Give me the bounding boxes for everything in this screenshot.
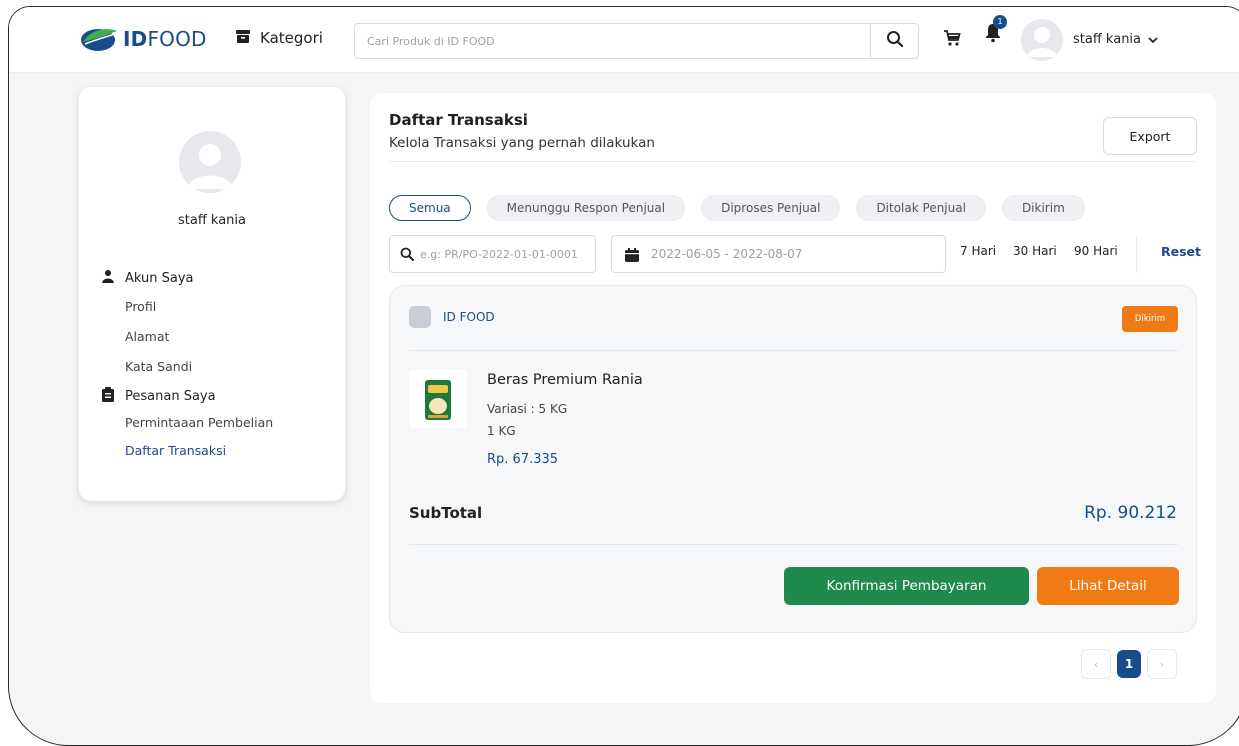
app-window: IDFOOD Kategori 1 staff kania xyxy=(8,6,1239,746)
search-icon xyxy=(886,30,904,52)
logo-leaf-icon xyxy=(79,25,119,53)
avatar[interactable] xyxy=(1021,19,1063,61)
tab-dikirim[interactable]: Dikirim xyxy=(1001,195,1085,221)
tab-ditolak-penjual[interactable]: Ditolak Penjual xyxy=(856,195,986,221)
view-detail-button[interactable]: Lihat Detail xyxy=(1037,567,1179,605)
date-range-picker[interactable]: 2022-06-05 - 2022-08-07 xyxy=(611,235,946,273)
transaction-search xyxy=(389,235,596,273)
export-button[interactable]: Export xyxy=(1103,117,1197,155)
product-image[interactable] xyxy=(409,370,467,428)
quick-range-7-hari[interactable]: 7 Hari xyxy=(960,244,996,258)
quick-range-90-hari[interactable]: 90 Hari xyxy=(1074,244,1118,258)
seller-name: ID FOOD xyxy=(443,310,495,324)
pagination-page-current[interactable]: 1 xyxy=(1117,650,1141,678)
tab-semua[interactable]: Semua xyxy=(389,195,471,221)
profile-sidebar: staff kania Akun Saya Profil Alamat Kata… xyxy=(79,87,345,501)
pagination-next-button[interactable]: › xyxy=(1147,649,1177,679)
reset-button[interactable]: Reset xyxy=(1161,244,1201,259)
quick-range-30-hari[interactable]: 30 Hari xyxy=(1013,244,1057,258)
sidebar-section-akun-saya[interactable]: Akun Saya xyxy=(101,269,194,287)
divider xyxy=(389,161,1197,162)
logo[interactable]: IDFOOD xyxy=(79,25,207,53)
product-name[interactable]: Beras Premium Rania xyxy=(487,372,643,388)
pagination-prev-button[interactable]: ‹ xyxy=(1081,649,1111,679)
sidebar-section-label: Akun Saya xyxy=(125,270,194,286)
product-variant: Variasi : 5 KG xyxy=(487,402,568,416)
page-title: Daftar Transaksi xyxy=(389,111,528,129)
sidebar-item-kata-sandi[interactable]: Kata Sandi xyxy=(125,359,192,374)
divider xyxy=(1136,237,1137,273)
sidebar-section-label: Pesanan Saya xyxy=(125,389,216,404)
person-icon xyxy=(101,269,115,287)
cart-icon[interactable] xyxy=(943,29,961,51)
confirm-payment-button[interactable]: Konfirmasi Pembayaran xyxy=(784,567,1029,605)
pagination: ‹ 1 › xyxy=(1081,649,1177,679)
search-button[interactable] xyxy=(870,24,918,58)
calendar-icon xyxy=(625,247,639,266)
chevron-down-icon[interactable] xyxy=(1147,31,1159,50)
date-range-value: 2022-06-05 - 2022-08-07 xyxy=(651,247,803,261)
divider xyxy=(409,350,1178,351)
sidebar-username: staff kania xyxy=(177,213,246,228)
notification-badge: 1 xyxy=(993,15,1007,29)
archive-box-icon xyxy=(236,29,250,47)
status-tabs: Semua Menunggu Respon Penjual Diproses P… xyxy=(389,195,1085,221)
product-price: Rp. 67.335 xyxy=(487,452,559,467)
page-subtitle: Kelola Transaksi yang pernah dilakukan xyxy=(389,135,655,151)
seller-checkbox[interactable] xyxy=(409,306,431,328)
product-unit: 1 KG xyxy=(487,424,516,438)
kategori-menu[interactable]: Kategori xyxy=(236,29,323,47)
kategori-label: Kategori xyxy=(260,29,323,47)
top-navbar: IDFOOD Kategori 1 staff kania xyxy=(9,7,1239,73)
search-icon xyxy=(400,246,414,265)
clipboard-icon xyxy=(101,387,115,406)
subtotal-label: SubTotal xyxy=(409,504,483,522)
status-badge: Dikirim xyxy=(1122,306,1178,332)
product-search xyxy=(354,23,919,59)
sidebar-item-profil[interactable]: Profil xyxy=(125,299,156,314)
logo-text: IDFOOD xyxy=(123,27,207,51)
tab-menunggu-respon-penjual[interactable]: Menunggu Respon Penjual xyxy=(486,195,686,221)
tab-diproses-penjual[interactable]: Diproses Penjual xyxy=(701,195,841,221)
sidebar-item-alamat[interactable]: Alamat xyxy=(125,329,169,344)
transaction-panel: Daftar Transaksi Kelola Transaksi yang p… xyxy=(370,93,1216,703)
transaction-search-input[interactable] xyxy=(420,236,592,272)
sidebar-item-daftar-transaksi[interactable]: Daftar Transaksi xyxy=(125,443,226,458)
header-username[interactable]: staff kania xyxy=(1073,32,1141,47)
search-input[interactable] xyxy=(367,24,857,58)
divider xyxy=(409,544,1178,545)
sidebar-section-pesanan-saya[interactable]: Pesanan Saya xyxy=(101,387,216,406)
transaction-card: ID FOOD Dikirim Beras Premium Rania Vari… xyxy=(389,285,1197,633)
subtotal-value: Rp. 90.212 xyxy=(1084,503,1177,523)
sidebar-avatar xyxy=(179,131,241,193)
sidebar-item-permintaan-pembelian[interactable]: Permintaaan Pembelian xyxy=(125,415,273,430)
